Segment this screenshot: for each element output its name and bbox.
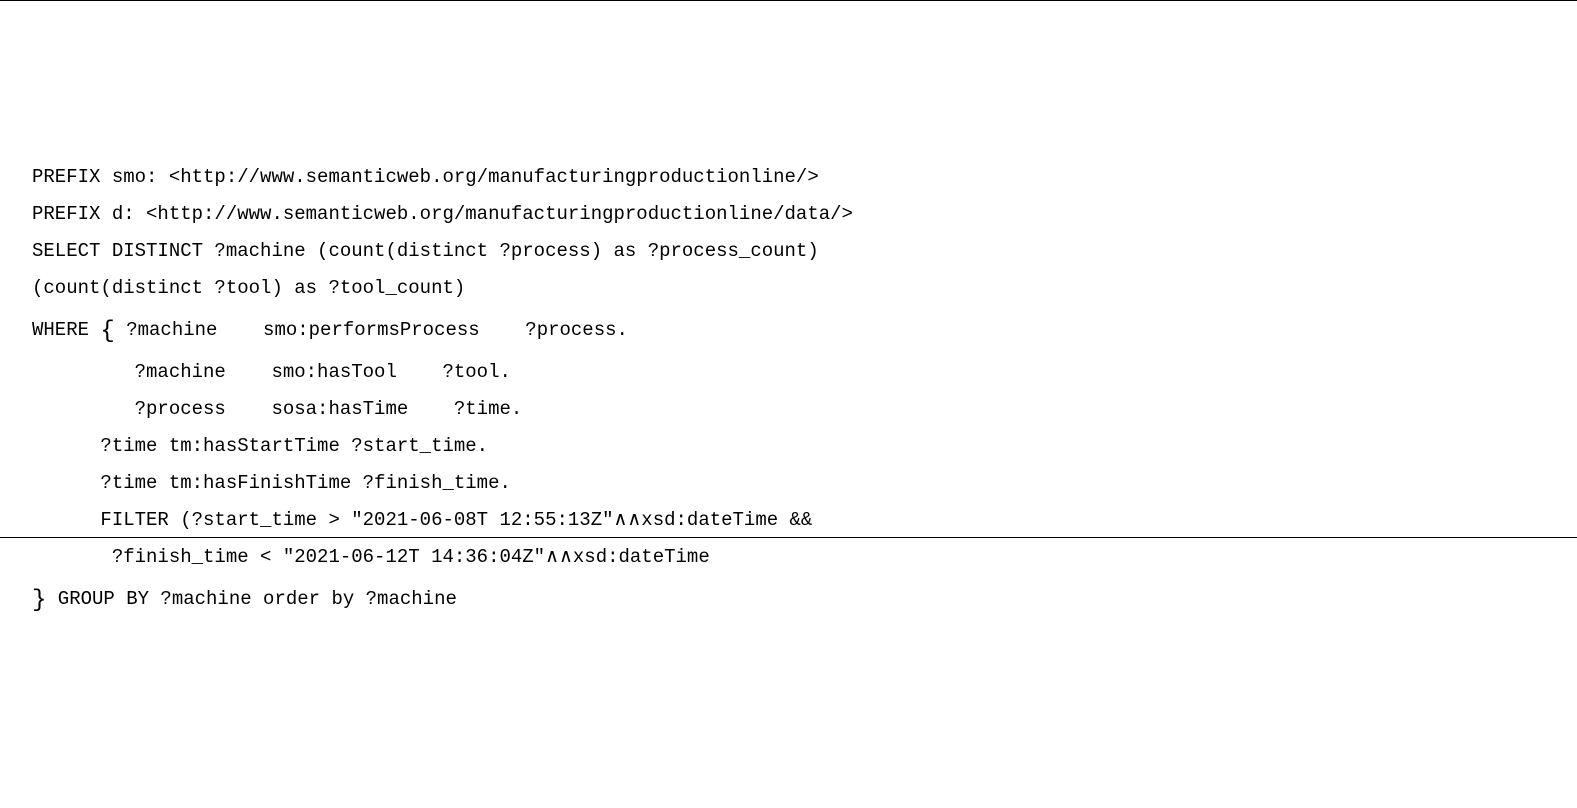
code-line-4: (count(distinct ?tool) as ?tool_count)	[32, 277, 465, 299]
code-line-9: ?time tm:hasFinishTime ?finish_time.	[32, 472, 511, 494]
code-line-5-prefix: WHERE	[32, 319, 100, 341]
code-line-1: PREFIX smo: <http://www.semanticweb.org/…	[32, 166, 819, 188]
code-line-11: ?finish_time < "2021-06-12T 14:36:04Z"∧∧…	[32, 546, 710, 568]
code-line-2: PREFIX d: <http://www.semanticweb.org/ma…	[32, 203, 853, 225]
open-brace: {	[100, 318, 114, 345]
code-line-3: SELECT DISTINCT ?machine (count(distinct…	[32, 240, 819, 262]
code-line-10: FILTER (?start_time > "2021-06-08T 12:55…	[32, 509, 812, 531]
code-line-12-rest: GROUP BY ?machine order by ?machine	[46, 588, 456, 610]
code-line-7: ?process sosa:hasTime ?time.	[32, 398, 522, 420]
sparql-code-block: PREFIX smo: <http://www.semanticweb.org/…	[32, 159, 1545, 623]
close-brace: }	[32, 587, 46, 614]
code-line-8: ?time tm:hasStartTime ?start_time.	[32, 435, 488, 457]
code-line-5-rest: ?machine smo:performsProcess ?process.	[115, 319, 628, 341]
code-line-6: ?machine smo:hasTool ?tool.	[32, 361, 511, 383]
